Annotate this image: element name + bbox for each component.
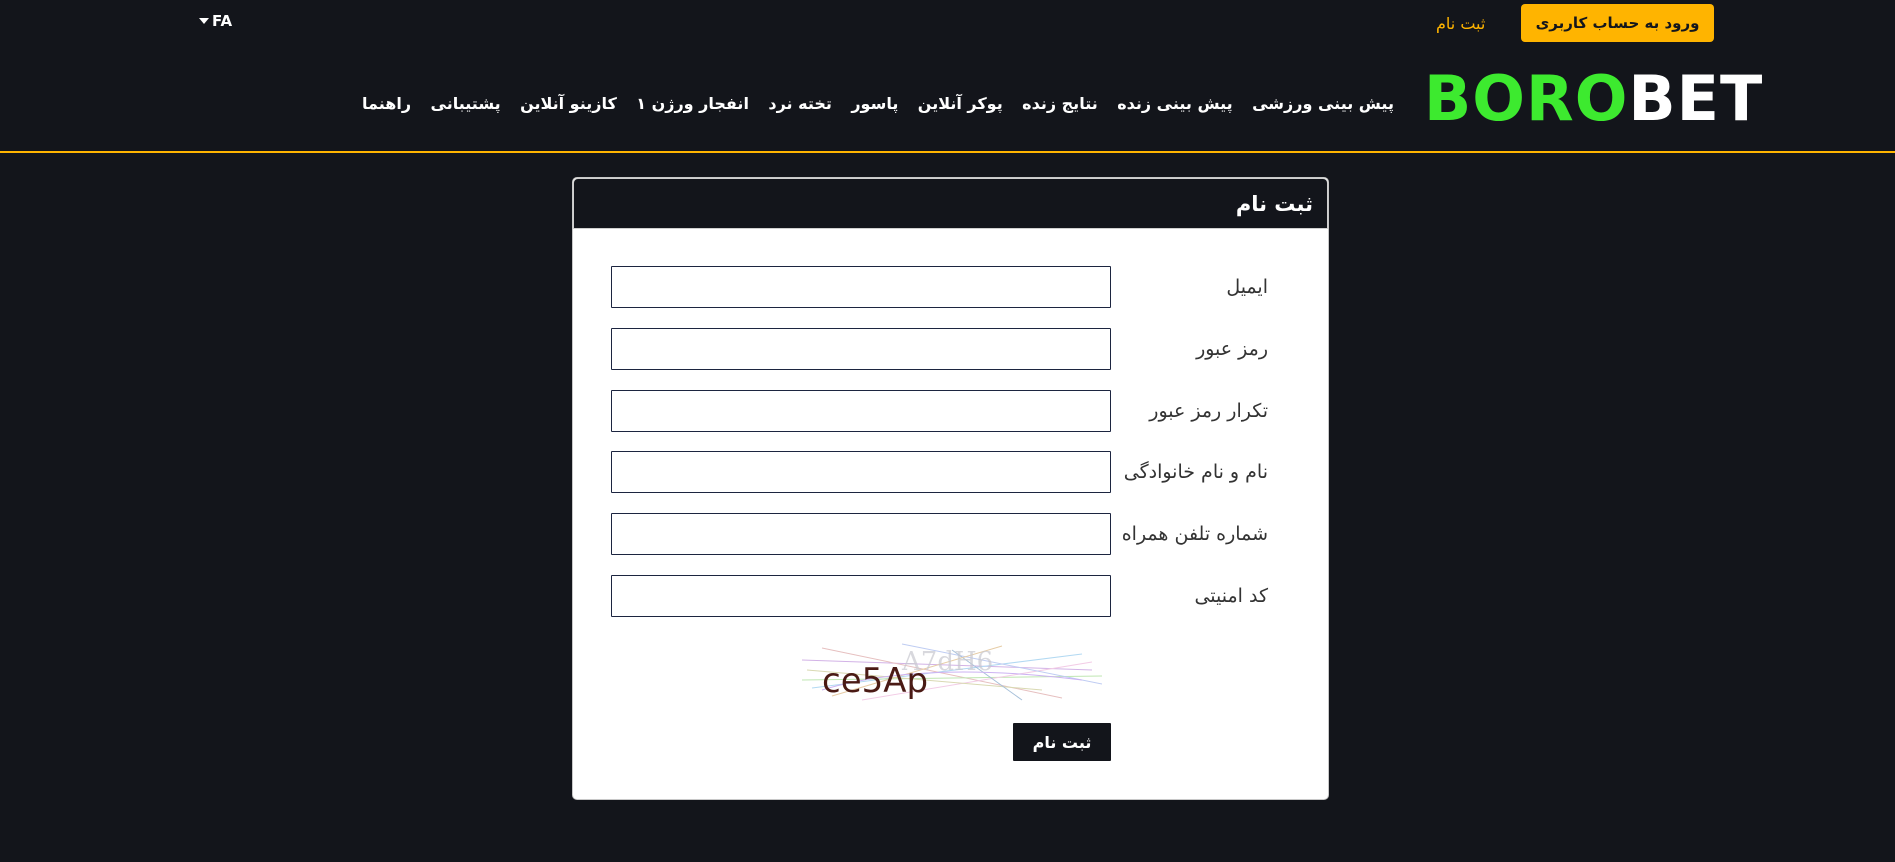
phone-field[interactable]	[611, 513, 1111, 555]
password-field[interactable]	[611, 328, 1111, 370]
language-selector[interactable]: FA	[199, 10, 232, 32]
register-link[interactable]: ثبت نام	[1436, 10, 1485, 36]
nav-item-live-betting[interactable]: پیش بینی زنده	[1117, 94, 1232, 113]
phone-label: شماره تلفن همراه	[1121, 523, 1268, 545]
security-code-label: کد امنیتی	[1194, 585, 1268, 607]
password-confirm-label: تکرار رمز عبور	[1149, 400, 1268, 422]
header-divider	[0, 151, 1895, 153]
nav-item-help[interactable]: راهنما	[362, 94, 411, 113]
nav-item-online-poker[interactable]: پوکر آنلاین	[918, 94, 1003, 113]
site-logo[interactable]: BORO BET	[1424, 66, 1763, 131]
captcha-text: ce5Ap	[822, 661, 928, 701]
main-nav: پیش بینی ورزشی پیش بینی زنده نتایج زنده …	[362, 88, 1394, 118]
email-row: ایمیل	[573, 266, 1328, 308]
submit-button[interactable]: ثبت نام	[1013, 723, 1111, 761]
password-label: رمز عبور	[1196, 338, 1268, 360]
password-confirm-field[interactable]	[611, 390, 1111, 432]
language-label: FA	[212, 12, 233, 30]
panel-title: ثبت نام	[573, 178, 1328, 229]
nav-item-online-casino[interactable]: کازینو آنلاین	[520, 94, 617, 113]
nav-item-pasur[interactable]: پاسور	[851, 94, 898, 113]
fullname-field[interactable]	[611, 451, 1111, 493]
captcha-image: A7dH6 ce5Ap	[802, 643, 1102, 701]
password-confirm-row: تکرار رمز عبور	[573, 390, 1328, 432]
nav-item-support[interactable]: پشتیبانی	[431, 94, 501, 113]
registration-panel: ثبت نام ایمیل رمز عبور تکرار رمز عبور نا…	[572, 177, 1329, 800]
nav-item-crash[interactable]: انفجار ورژن ۱	[636, 94, 749, 113]
security-code-field[interactable]	[611, 575, 1111, 617]
nav-item-backgammon[interactable]: تخته نرد	[768, 94, 832, 113]
fullname-label: نام و نام خانوادگی	[1123, 461, 1268, 483]
logo-part-boro: BORO	[1424, 62, 1629, 135]
email-label: ایمیل	[1226, 276, 1268, 298]
logo-part-bet: BET	[1628, 62, 1764, 135]
email-field[interactable]	[611, 266, 1111, 308]
nav-item-live-results[interactable]: نتایج زنده	[1022, 94, 1098, 113]
security-code-row: کد امنیتی	[573, 575, 1328, 617]
nav-item-sports-betting[interactable]: پیش بینی ورزشی	[1252, 94, 1394, 113]
login-button[interactable]: ورود به حساب کاربری	[1521, 4, 1714, 42]
fullname-row: نام و نام خانوادگی	[573, 451, 1328, 493]
phone-row: شماره تلفن همراه	[573, 513, 1328, 555]
password-row: رمز عبور	[573, 328, 1328, 370]
caret-down-icon	[199, 18, 209, 24]
